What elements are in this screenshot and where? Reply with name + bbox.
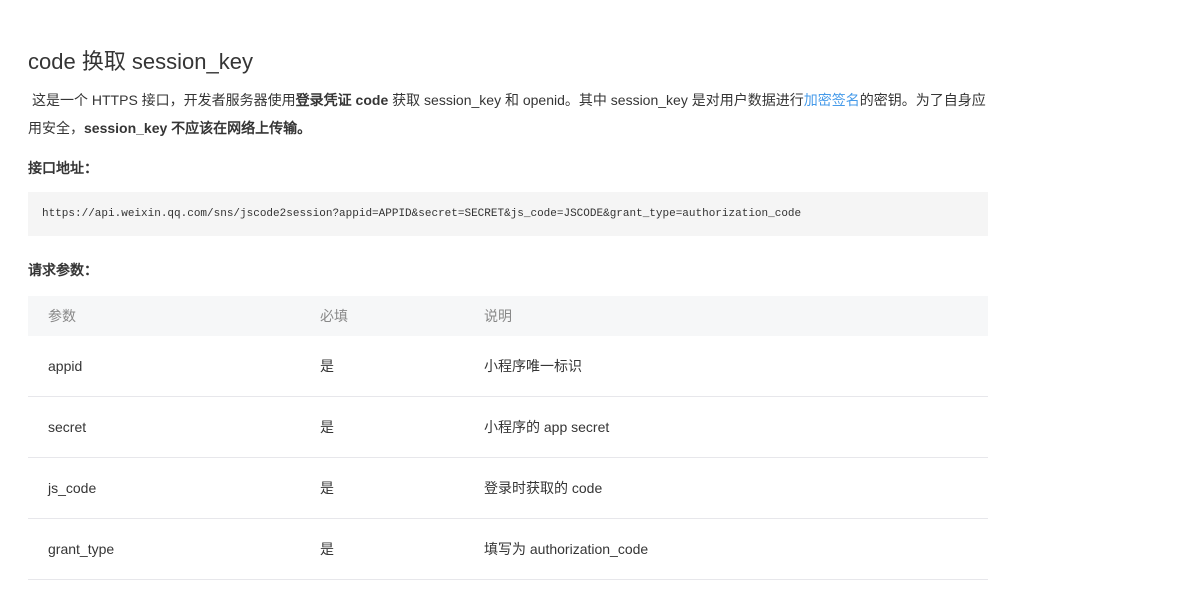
intro-paragraph: 这是一个 HTTPS 接口，开发者服务器使用登录凭证 code 获取 sessi…: [28, 86, 988, 142]
intro-warning: session_key 不应该在网络上传输。: [84, 120, 312, 136]
cell-param: appid: [28, 336, 300, 397]
section-title: code 换取 session_key: [28, 49, 253, 74]
cell-required: 是: [300, 336, 464, 397]
header-description: 说明: [464, 296, 988, 336]
cell-param: secret: [28, 396, 300, 458]
intro-bold: 登录凭证 code: [295, 92, 389, 108]
cell-description: 登录时获取的 code: [464, 457, 988, 519]
table-row: appid 是小程序唯一标识: [28, 336, 988, 397]
table-header: 参数 必填 说明: [28, 296, 988, 336]
table-row: grant_type 是填写为 authorization_code: [28, 518, 988, 580]
params-label: 请求参数：: [28, 262, 98, 278]
header-param: 参数: [28, 296, 300, 336]
encryption-signature-link[interactable]: 加密签名: [804, 92, 860, 108]
table-row: js_code 是登录时获取的 code: [28, 457, 988, 519]
cell-description: 填写为 authorization_code: [464, 518, 988, 580]
endpoint-code-block: https://api.weixin.qq.com/sns/jscode2ses…: [28, 192, 988, 236]
cell-description: 小程序的 app secret: [464, 396, 988, 458]
cell-param: js_code: [28, 457, 300, 519]
intro-text: 这是一个 HTTPS 接口，开发者服务器使用: [32, 92, 296, 108]
header-required: 必填: [300, 296, 464, 336]
endpoint-label: 接口地址：: [28, 160, 98, 176]
cell-required: 是: [300, 396, 464, 458]
table-row: secret 是小程序的 app secret: [28, 396, 988, 458]
cell-required: 是: [300, 518, 464, 580]
cell-param: grant_type: [28, 518, 300, 580]
cell-required: 是: [300, 457, 464, 519]
intro-text: 获取 session_key 和 openid。其中 session_key 是…: [388, 92, 804, 108]
cell-description: 小程序唯一标识: [464, 336, 988, 397]
params-table: 参数 必填 说明 appid 是小程序唯一标识 secret 是小程序的 app se…: [28, 296, 988, 580]
